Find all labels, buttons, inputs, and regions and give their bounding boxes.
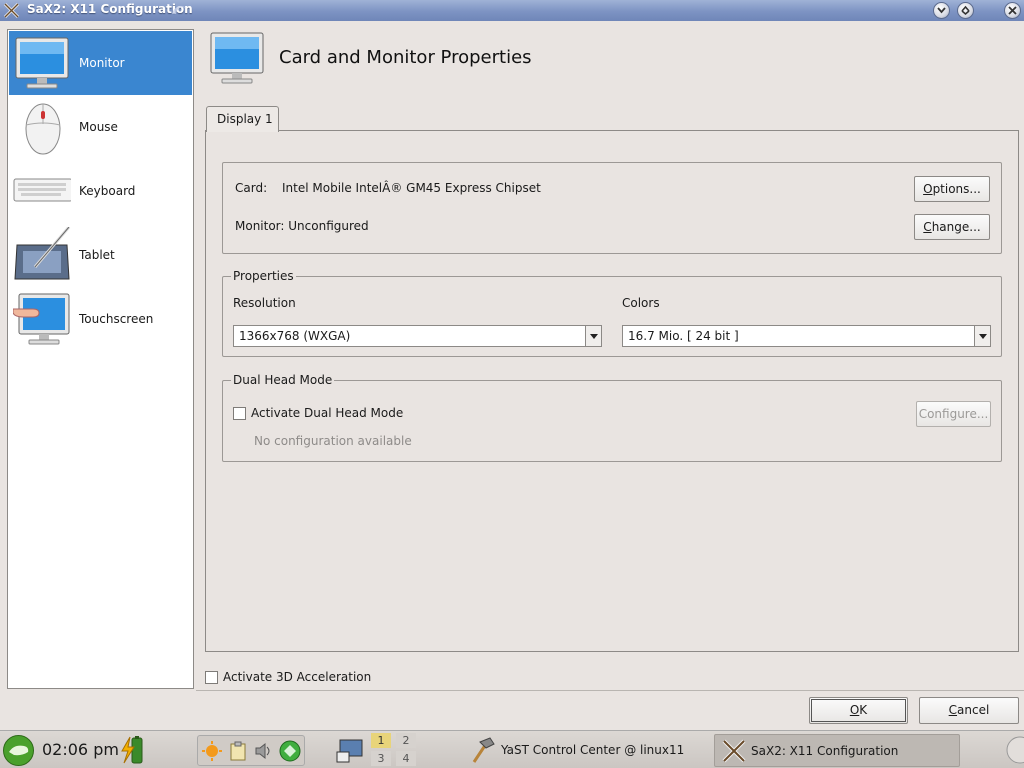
dual-head-checkbox-label[interactable]: Activate Dual Head Mode — [251, 406, 403, 420]
sidebar-item-tablet[interactable]: Tablet — [9, 223, 192, 287]
card-value: Intel Mobile IntelÂ® GM45 Express Chipse… — [282, 181, 541, 195]
colors-label: Colors — [622, 296, 660, 310]
3d-acceleration-checkbox[interactable] — [205, 671, 218, 684]
colors-select[interactable]: 16.7 Mio. [ 24 bit ] — [622, 325, 991, 347]
sidebar-item-label: Tablet — [79, 248, 115, 262]
change-button[interactable]: Change... — [914, 214, 990, 240]
dual-head-status: No configuration available — [254, 434, 412, 448]
resolution-label: Resolution — [233, 296, 296, 310]
sidebar-item-label: Touchscreen — [79, 312, 154, 326]
show-desktop-icon[interactable] — [336, 738, 364, 764]
sidebar-item-monitor[interactable]: Monitor — [9, 31, 192, 95]
pager-desktop-1[interactable]: 1 — [371, 733, 391, 748]
options-label: ptions... — [932, 182, 981, 196]
battery-icon[interactable] — [118, 735, 148, 765]
window-decoration-icon — [172, 6, 186, 14]
sidebar-item-mouse[interactable]: Mouse — [9, 95, 192, 159]
sidebar-item-keyboard[interactable]: Keyboard — [9, 159, 192, 223]
touchscreen-icon — [13, 293, 70, 345]
taskbar: 02:06 pm 1 2 3 4 YaST Control Center @ l… — [0, 730, 1024, 768]
chevron-down-icon — [937, 7, 946, 14]
pager-desktop-3[interactable]: 3 — [371, 751, 391, 766]
ok-mnemonic: O — [849, 703, 860, 717]
monitor-status: Monitor: Unconfigured — [235, 219, 369, 233]
colors-value: 16.7 Mio. [ 24 bit ] — [628, 329, 739, 343]
minimize-button[interactable] — [933, 2, 950, 19]
options-button[interactable]: Options... — [914, 176, 990, 202]
category-sidebar: Monitor Mouse Keyboard Tablet Touchscree… — [7, 29, 194, 689]
sidebar-item-label: Keyboard — [79, 184, 136, 198]
pager-desktop-2[interactable]: 2 — [396, 733, 416, 748]
start-menu-icon[interactable] — [2, 734, 35, 767]
task-label: SaX2: X11 Configuration — [751, 744, 899, 758]
window-titlebar[interactable]: SaX2: X11 Configuration — [0, 0, 1024, 21]
dual-head-group-title: Dual Head Mode — [231, 373, 335, 387]
3d-acceleration-label[interactable]: Activate 3D Acceleration — [223, 670, 371, 684]
tab-panel: Card: Intel Mobile IntelÂ® GM45 Express … — [205, 130, 1019, 652]
page-title: Card and Monitor Properties — [279, 47, 532, 68]
volume-icon[interactable] — [253, 741, 273, 761]
monitor-icon — [15, 37, 69, 89]
maximize-button[interactable] — [957, 2, 974, 19]
sidebar-item-label: Mouse — [79, 120, 118, 134]
close-button[interactable] — [1004, 2, 1021, 19]
resolution-value: 1366x768 (WXGA) — [239, 329, 351, 343]
task-label: YaST Control Center @ linux11 — [501, 743, 685, 757]
mouse-icon — [25, 103, 61, 155]
clipboard-icon[interactable] — [228, 741, 248, 761]
cancel-label: ancel — [957, 703, 990, 717]
dropdown-arrow-icon[interactable] — [974, 326, 990, 346]
maximize-icon — [961, 5, 970, 16]
properties-group-title: Properties — [231, 269, 296, 283]
ok-button[interactable]: OK — [809, 697, 908, 724]
panel-handle-icon[interactable] — [1000, 735, 1024, 765]
tab-display-1[interactable]: Display 1 — [206, 106, 279, 132]
hammer-icon — [472, 737, 495, 763]
tab-label: Display 1 — [217, 112, 273, 126]
card-monitor-group: Card: Intel Mobile IntelÂ® GM45 Express … — [222, 162, 1002, 254]
window-title: SaX2: X11 Configuration — [27, 2, 193, 16]
sax2-app-icon — [722, 739, 746, 763]
tablet-icon — [14, 227, 71, 280]
clock[interactable]: 02:06 pm — [42, 740, 119, 759]
sun-update-icon[interactable] — [202, 741, 222, 761]
sax2-app-icon[interactable] — [3, 2, 20, 19]
task-yast-control-center[interactable]: YaST Control Center @ linux11 — [462, 734, 707, 767]
resolution-select[interactable]: 1366x768 (WXGA) — [233, 325, 602, 347]
change-mnemonic: C — [923, 220, 932, 234]
dual-head-group: Dual Head Mode Activate Dual Head Mode C… — [222, 373, 1002, 462]
separator — [196, 690, 1024, 691]
configure-button[interactable]: Configure... — [916, 401, 991, 427]
sidebar-item-label: Monitor — [79, 56, 125, 70]
pager-desktop-4[interactable]: 4 — [396, 751, 416, 766]
card-label: Card: — [235, 181, 268, 195]
change-label: hange... — [931, 220, 981, 234]
keyboard-icon — [13, 178, 71, 202]
network-icon[interactable] — [279, 740, 301, 762]
cancel-mnemonic: C — [948, 703, 958, 717]
options-mnemonic: O — [923, 182, 933, 196]
properties-group: Properties Resolution Colors 1366x768 (W… — [222, 269, 1002, 357]
cancel-button[interactable]: Cancel — [919, 697, 1019, 724]
dual-head-checkbox[interactable] — [233, 407, 246, 420]
task-sax2[interactable]: SaX2: X11 Configuration — [714, 734, 960, 767]
ok-label: K — [859, 703, 868, 717]
close-icon — [1008, 6, 1017, 15]
sidebar-item-touchscreen[interactable]: Touchscreen — [9, 287, 192, 351]
header-monitor-icon — [210, 32, 264, 84]
dropdown-arrow-icon[interactable] — [585, 326, 601, 346]
